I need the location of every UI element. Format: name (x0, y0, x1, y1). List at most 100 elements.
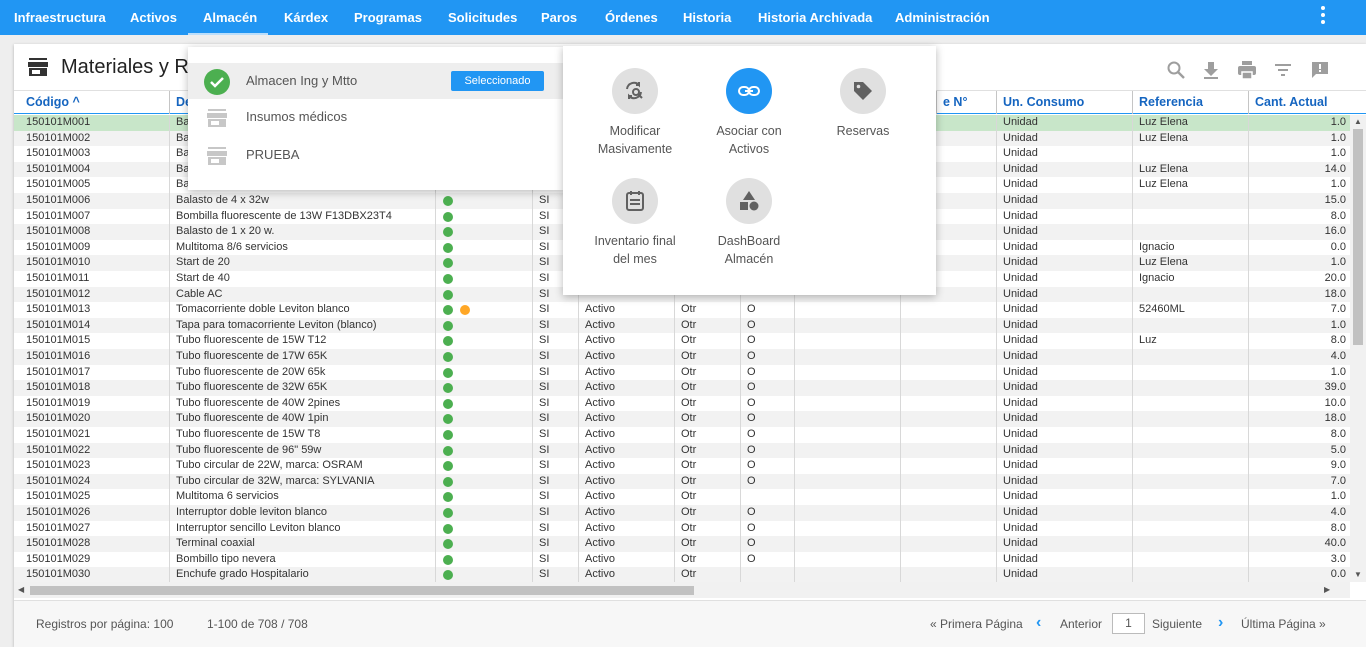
dropdown-item-almacen-ing-mtto[interactable]: Almacen Ing y Mtto Seleccionado (188, 63, 564, 99)
cell-estado: Activo (578, 349, 674, 365)
cell-descripcion: Tubo fluorescente de 40W 2pines (169, 395, 435, 412)
cell-cant-actual: 39.0 (1248, 380, 1350, 396)
next-page-link[interactable]: Siguiente (1152, 617, 1202, 631)
nav-item-almacen[interactable]: Almacén (203, 0, 257, 35)
table-row[interactable]: 150101M024 Tubo circular de 32W, marca: S… (14, 473, 1350, 490)
previous-page-link[interactable]: Anterior (1060, 617, 1102, 631)
table-row[interactable]: 150101M019 Tubo fluorescente de 40W 2pine… (14, 395, 1350, 412)
last-page-link[interactable]: Última Página » (1241, 617, 1326, 631)
nav-item-kardex[interactable]: Kárdex (284, 0, 328, 35)
cell-tipo: Otr (674, 473, 740, 490)
cell-o: O (740, 395, 794, 412)
cell-cant-actual: 18.0 (1248, 286, 1350, 303)
scroll-up-arrow-icon[interactable]: ▲ (1354, 117, 1362, 126)
cell-codigo: 150101M008 (26, 225, 91, 238)
cell-un-consumo: Unidad (996, 505, 1132, 521)
feedback-icon[interactable] (1310, 60, 1330, 80)
table-row[interactable]: 150101M028 Terminal coaxial SI Activo Otr O Un… (14, 536, 1350, 552)
store-icon (28, 58, 48, 76)
app-inventario-final[interactable]: Inventario final del mes (578, 178, 692, 268)
cell-tipo: Otr (674, 380, 740, 396)
app-asociar-con-activos[interactable]: Asociar con Activos (692, 68, 806, 158)
nav-item-paros[interactable]: Paros (541, 0, 577, 35)
table-row[interactable]: 150101M022 Tubo fluorescente de 96" 59w SI… (14, 442, 1350, 459)
nav-item-ordenes[interactable]: Órdenes (605, 0, 658, 35)
nav-item-historia-archivada[interactable]: Historia Archivada (758, 0, 872, 35)
cell-referencia (1132, 473, 1248, 490)
cell-numero (900, 411, 996, 427)
column-header-numero[interactable]: e N° (936, 91, 997, 114)
scroll-down-arrow-icon[interactable]: ▼ (1354, 570, 1362, 579)
table-row[interactable]: 150101M018 Tubo fluorescente de 32W 65K SI… (14, 380, 1350, 396)
column-header-cant-actual[interactable]: Cant. Actual (1248, 91, 1350, 114)
download-icon[interactable] (1201, 60, 1221, 80)
cell-referencia (1132, 317, 1248, 334)
cell-status-dots (435, 536, 532, 552)
vertical-scrollbar[interactable]: ▲ ▼ (1350, 115, 1366, 582)
table-row[interactable]: 150101M015 Tubo fluorescente de 15W T12 SI… (14, 333, 1350, 349)
cell-codigo: 150101M022 (26, 443, 91, 456)
table-row[interactable]: 150101M013 Tomacorriente doble Leviton bl… (14, 302, 1350, 318)
nav-item-activos[interactable]: Activos (130, 0, 177, 35)
cell-estado: Activo (578, 395, 674, 412)
cell-codigo: 150101M013 (26, 303, 91, 316)
table-row[interactable]: 150101M023 Tubo circular de 22W, marca: O… (14, 458, 1350, 474)
table-row[interactable]: 150101M017 Tubo fluorescente de 20W 65k SI… (14, 364, 1350, 381)
cell-o: O (740, 364, 794, 381)
cell-status-dots (435, 551, 532, 568)
cell-codigo: 150101M019 (26, 396, 91, 409)
cell-flag: SI (532, 489, 578, 505)
horizontal-scroll-thumb[interactable] (30, 586, 694, 595)
nav-item-infraestructura[interactable]: Infraestructura (14, 0, 106, 35)
cell-tipo: Otr (674, 302, 740, 318)
cell-codigo: 150101M023 (26, 459, 91, 472)
table-row[interactable]: 150101M021 Tubo fluorescente de 15W T8 SI A… (14, 427, 1350, 443)
table-row[interactable]: 150101M026 Interruptor doble leviton blan… (14, 505, 1350, 521)
scroll-left-arrow-icon[interactable]: ◀ (18, 585, 24, 594)
records-per-page[interactable]: Registros por página: 100 (36, 617, 173, 631)
cell-empty (794, 302, 900, 318)
column-header-un-consumo[interactable]: Un. Consumo (996, 91, 1133, 114)
page-number-input[interactable]: 1 (1112, 613, 1145, 634)
cell-referencia (1132, 380, 1248, 396)
chevron-right-icon[interactable]: › (1218, 614, 1223, 632)
cell-un-consumo: Unidad (996, 255, 1132, 271)
cell-cant-actual: 1.0 (1248, 115, 1350, 131)
table-row[interactable]: 150101M029 Bombillo tipo nevera SI Activo Ot… (14, 551, 1350, 568)
cell-numero (900, 489, 996, 505)
dropdown-item-prueba[interactable]: PRUEBA (188, 137, 564, 173)
app-dashboard-almacen[interactable]: DashBoard Almacén (692, 178, 806, 268)
column-header-referencia[interactable]: Referencia (1132, 91, 1249, 114)
table-row[interactable]: 150101M014 Tapa para tomacorriente Levito… (14, 317, 1350, 334)
app-reservas[interactable]: Reservas (806, 68, 920, 140)
table-row[interactable]: 150101M030 Enchufe grado Hospitalario SI Ac… (14, 567, 1350, 582)
filter-icon[interactable] (1273, 60, 1293, 80)
chevron-left-icon[interactable]: ‹ (1036, 614, 1041, 632)
print-icon[interactable] (1237, 60, 1257, 80)
nav-item-administracion[interactable]: Administración (895, 0, 990, 35)
cell-empty (794, 364, 900, 381)
cell-flag: SI (532, 536, 578, 552)
app-modificar-masivamente[interactable]: Modificar Masivamente (578, 68, 692, 158)
table-row[interactable]: 150101M016 Tubo fluorescente de 17W 65K SI… (14, 349, 1350, 365)
cell-o: O (740, 427, 794, 443)
first-page-link[interactable]: « Primera Página (930, 617, 1023, 631)
scroll-right-arrow-icon[interactable]: ▶ (1324, 585, 1330, 594)
status-orange-dot-icon (460, 305, 470, 316)
nav-item-solicitudes[interactable]: Solicitudes (448, 0, 517, 35)
vertical-scroll-thumb[interactable] (1353, 129, 1363, 345)
table-row[interactable]: 150101M025 Multitoma 6 servicios SI Activo O… (14, 489, 1350, 505)
cell-empty (794, 442, 900, 459)
nav-item-historia[interactable]: Historia (683, 0, 731, 35)
more-menu-icon[interactable] (1316, 6, 1330, 28)
table-row[interactable]: 150101M027 Interruptor sencillo Leviton b… (14, 520, 1350, 537)
column-header-codigo[interactable]: Código ^ (20, 91, 170, 114)
horizontal-scrollbar[interactable]: ◀ ▶ (14, 582, 1350, 598)
search-icon[interactable] (1166, 60, 1186, 80)
cell-flag: SI (532, 520, 578, 537)
nav-item-programas[interactable]: Programas (354, 0, 422, 35)
cell-cant-actual: 4.0 (1248, 349, 1350, 365)
dropdown-item-insumos-medicos[interactable]: Insumos médicos (188, 99, 564, 135)
table-row[interactable]: 150101M020 Tubo fluorescente de 40W 1pin S… (14, 411, 1350, 427)
cell-un-consumo: Unidad (996, 567, 1132, 582)
